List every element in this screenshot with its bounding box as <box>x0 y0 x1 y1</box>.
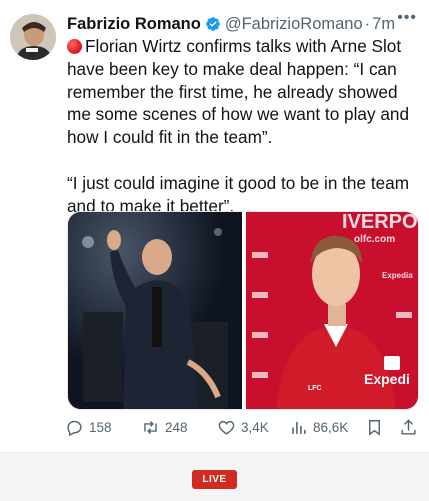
like-button[interactable]: 3,4K <box>217 418 269 437</box>
media-image-wirtz[interactable]: IVERPO olfc.com Expedia Expedi LFC <box>246 212 418 409</box>
tweet-media[interactable]: IVERPO olfc.com Expedia Expedi LFC <box>67 211 419 410</box>
meta-separator: · <box>364 14 371 33</box>
wirtz-photo: IVERPO olfc.com Expedia Expedi LFC <box>246 212 418 409</box>
club-text: LFC <box>308 385 322 392</box>
tweet[interactable]: Fabrizio Romano @FabrizioRomano · 7m •••… <box>0 0 429 452</box>
repost-icon <box>144 421 157 434</box>
author-avatar[interactable] <box>10 14 56 60</box>
heart-icon <box>218 420 235 435</box>
verified-badge-icon <box>206 17 220 31</box>
tweet-text: Florian Wirtz confirms talks with Arne S… <box>67 35 419 217</box>
sponsor-small-text: Expedia <box>382 271 413 280</box>
tweet-header: Fabrizio Romano @FabrizioRomano · 7m <box>67 13 421 35</box>
views-chart-icon <box>292 421 306 434</box>
tweet-time[interactable]: 7m <box>372 15 395 34</box>
tweet-actions: 158 248 3,4K 86,6K <box>65 418 421 440</box>
author-handle[interactable]: @FabrizioRomano <box>225 15 363 34</box>
more-options-icon[interactable]: ••• <box>397 10 417 26</box>
views-button[interactable]: 86,6K <box>289 418 348 437</box>
share-icon <box>401 419 416 435</box>
tweet-paragraph-1: Florian Wirtz confirms talks with Arne S… <box>67 36 414 148</box>
site-text: olfc.com <box>354 234 395 245</box>
repost-count: 248 <box>165 420 188 435</box>
media-image-slot[interactable] <box>68 212 242 409</box>
red-circle-icon <box>67 39 82 54</box>
bookmark-icon <box>369 420 380 436</box>
like-count: 3,4K <box>241 420 269 435</box>
tweet-paragraph-2: “I just could imagine it good to be in t… <box>67 172 414 216</box>
share-button[interactable] <box>399 418 418 437</box>
sponsor-text: Expedi <box>364 371 410 387</box>
reply-icon <box>67 420 82 437</box>
banner-text: IVERPO <box>342 212 418 233</box>
slot-photo <box>68 212 242 409</box>
repost-button[interactable]: 248 <box>141 418 188 437</box>
reply-button[interactable]: 158 <box>65 418 112 437</box>
reply-count: 158 <box>89 420 112 435</box>
live-badge[interactable]: LIVE <box>192 470 237 489</box>
views-count: 86,6K <box>313 420 349 435</box>
author-name[interactable]: Fabrizio Romano <box>67 15 201 34</box>
bookmark-button[interactable] <box>365 418 384 437</box>
